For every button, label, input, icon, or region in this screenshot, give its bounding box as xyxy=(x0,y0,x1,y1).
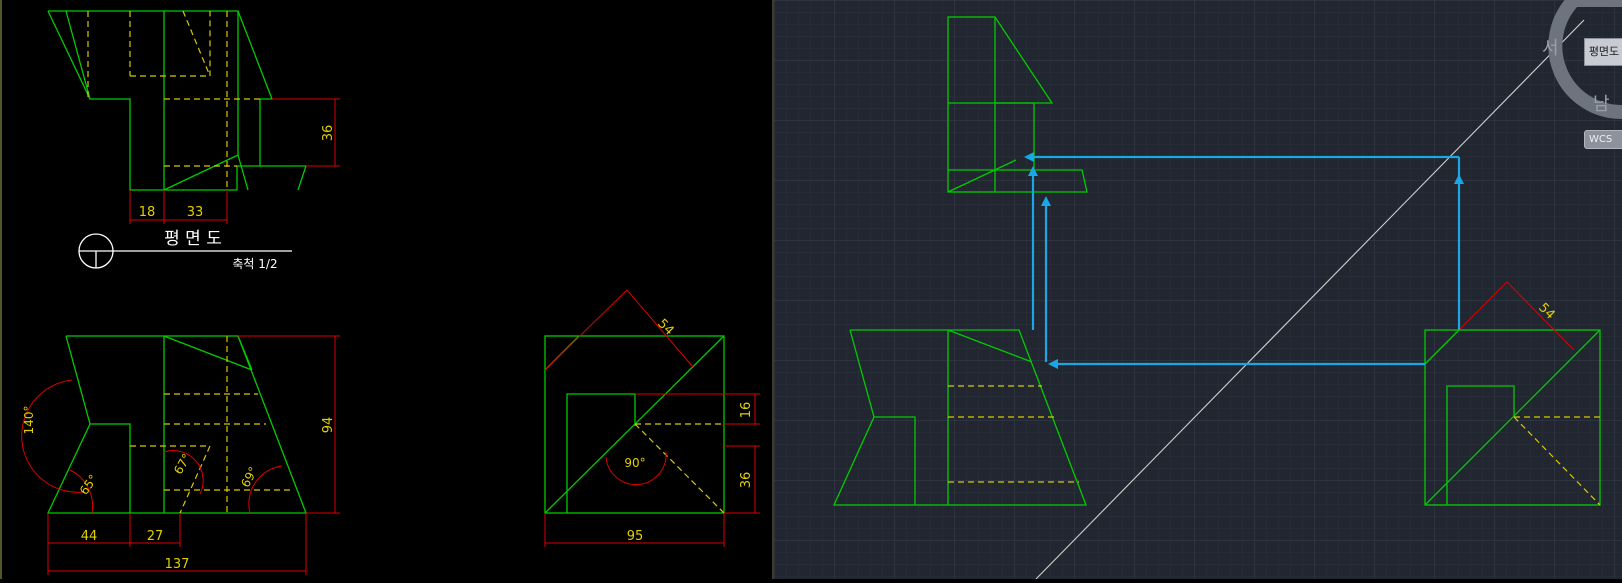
viewport-canvas[interactable]: 54 xyxy=(774,0,1622,580)
left-drawing-canvas[interactable]: 36 18 33 평 면 도 축척 1/2 94 44 27 137 140° … xyxy=(0,0,774,579)
angle-140: 140° xyxy=(22,406,36,435)
side-inner-notch xyxy=(566,393,636,513)
side-dim-54: 54 xyxy=(654,316,676,338)
left-border xyxy=(0,0,2,579)
front-dim-94: 94 xyxy=(321,417,336,434)
side-dimensions xyxy=(544,289,760,547)
plan-short-edge xyxy=(237,154,249,191)
plan-dim-36: 36 xyxy=(321,125,336,142)
cad-workspace: 36 18 33 평 면 도 축척 1/2 94 44 27 137 140° … xyxy=(0,0,1622,580)
plan-dim-18: 18 xyxy=(139,205,156,220)
view-scale: 축척 1/2 xyxy=(232,257,277,271)
front-top-diagonal xyxy=(163,335,253,371)
model-viewport[interactable]: 54 xyxy=(774,0,1622,580)
plan-view xyxy=(47,10,307,191)
view-title: 평 면 도 xyxy=(164,229,222,249)
front-dim-27: 27 xyxy=(147,529,164,544)
angle-69: 69° xyxy=(238,464,260,489)
front-dim-137: 137 xyxy=(165,557,190,572)
compass-west-label[interactable]: 서 xyxy=(1542,34,1559,60)
front-dim-44: 44 xyxy=(81,529,98,544)
side-dim-16: 16 xyxy=(739,402,754,419)
side-dim-36: 36 xyxy=(739,472,754,489)
angle-65: 65° xyxy=(77,472,101,497)
plan-dim-33: 33 xyxy=(187,205,204,220)
viewcube-face[interactable]: 평면도 xyxy=(1584,38,1622,66)
wcs-menu-button[interactable]: WCS xyxy=(1584,130,1622,149)
viewport-grid xyxy=(774,0,1622,579)
plan-dimensions xyxy=(129,98,340,224)
side-dim-95: 95 xyxy=(627,529,644,544)
angle-90: 90° xyxy=(624,456,645,470)
front-hidden-lines xyxy=(130,336,294,514)
angle-67: 67° xyxy=(171,451,194,476)
compass-south-label[interactable]: 남 xyxy=(1593,90,1610,116)
plan-outline-lower xyxy=(47,10,307,191)
plan-hidden-lines xyxy=(87,10,260,190)
left-drawing-panel[interactable]: 36 18 33 평 면 도 축척 1/2 94 44 27 137 140° … xyxy=(0,0,774,579)
side-hidden-lines xyxy=(634,423,725,514)
